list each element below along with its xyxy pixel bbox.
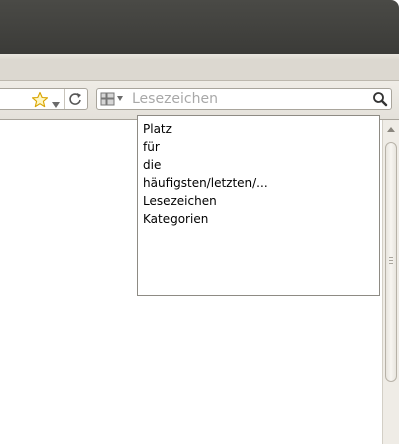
dropdown-item[interactable]: für (143, 138, 374, 156)
window-titlebar[interactable] (0, 0, 399, 54)
thumb-grip (389, 263, 393, 264)
search-bar[interactable] (96, 88, 392, 110)
chevron-down-icon[interactable] (52, 95, 60, 108)
star-icon[interactable] (31, 91, 49, 109)
thumb-grip (389, 260, 393, 261)
bookmarks-dropdown: Platz für die häufigsten/letzten/... Les… (137, 115, 380, 296)
dropdown-item[interactable]: Platz (143, 120, 374, 138)
dropdown-item[interactable]: die (143, 156, 374, 174)
dropdown-item[interactable]: Kategorien (143, 210, 374, 228)
reload-icon[interactable] (64, 89, 85, 109)
search-input[interactable] (132, 89, 367, 109)
dropdown-item[interactable]: Lesezeichen (143, 192, 374, 210)
scrollbar-thumb[interactable] (385, 142, 397, 382)
magnifier-icon[interactable] (371, 90, 389, 108)
arrow-up-icon[interactable] (383, 122, 399, 138)
search-engine-icon[interactable] (99, 90, 131, 108)
thumb-grip (389, 257, 393, 258)
dropdown-item[interactable]: häufigsten/letzten/... (143, 174, 374, 192)
tab-strip[interactable] (0, 60, 399, 81)
url-bar[interactable] (0, 88, 88, 110)
vertical-scrollbar[interactable] (382, 120, 399, 444)
